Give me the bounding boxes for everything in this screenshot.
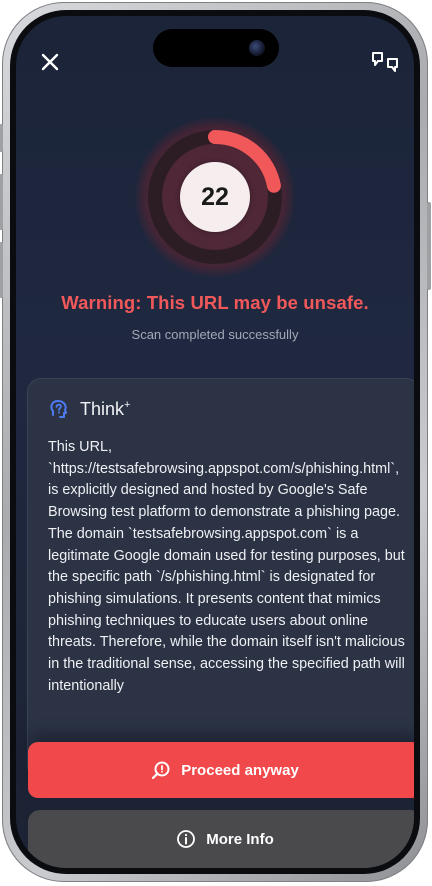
proceed-anyway-label: Proceed anyway bbox=[181, 761, 299, 779]
close-button[interactable] bbox=[32, 44, 68, 80]
thumbs-feedback-icon bbox=[372, 52, 398, 72]
app-screen: 22 Warning: This URL may be unsafe. Scan… bbox=[16, 16, 414, 868]
warning-title: Warning: This URL may be unsafe. bbox=[61, 292, 369, 313]
silent-switch bbox=[0, 124, 3, 152]
think-title: Think+ bbox=[80, 399, 130, 420]
scan-status: Scan completed successfully bbox=[131, 327, 299, 342]
think-title-text: Think bbox=[80, 398, 125, 419]
info-icon bbox=[177, 830, 196, 848]
safety-score-gauge: 22 bbox=[135, 117, 295, 277]
phone-frame: 22 Warning: This URL may be unsafe. Scan… bbox=[0, 2, 431, 882]
power-button bbox=[427, 202, 431, 290]
more-info-button[interactable]: More Info bbox=[28, 810, 414, 868]
volume-down-button bbox=[0, 242, 3, 298]
phone-bezel: 22 Warning: This URL may be unsafe. Scan… bbox=[10, 10, 420, 874]
dynamic-island bbox=[153, 29, 279, 67]
proceed-anyway-button[interactable]: Proceed anyway bbox=[28, 742, 414, 798]
volume-up-button bbox=[0, 174, 3, 230]
think-analysis-text: This URL, `https://testsafebrowsing.apps… bbox=[48, 439, 405, 694]
think-title-sup: + bbox=[124, 398, 131, 411]
think-header: Think+ bbox=[48, 398, 130, 420]
gauge-center: 22 bbox=[180, 162, 250, 232]
close-icon bbox=[41, 53, 59, 71]
search-warning-icon bbox=[152, 761, 170, 780]
camera-icon bbox=[249, 40, 265, 56]
more-info-label: More Info bbox=[206, 830, 274, 848]
lightbulb-head-icon bbox=[50, 400, 67, 418]
think-card: Think+ This URL, `https://testsafebrowsi… bbox=[27, 378, 414, 780]
safety-score-value: 22 bbox=[201, 182, 229, 211]
feedback-button[interactable] bbox=[366, 44, 404, 80]
